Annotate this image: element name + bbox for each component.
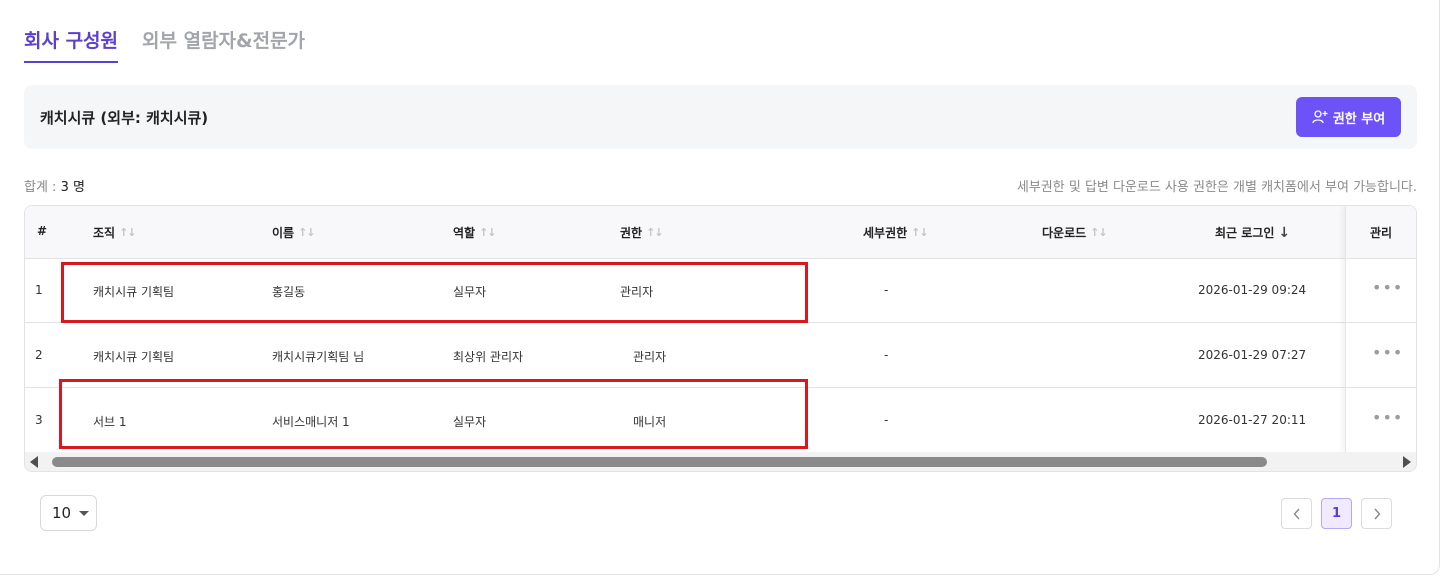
- sort-icon[interactable]: ↑↓: [911, 226, 928, 239]
- scroll-left-arrow-icon[interactable]: [30, 456, 38, 468]
- organization-name: 캐치시큐 (외부: 캐치시큐): [40, 109, 209, 127]
- header-role[interactable]: 역할 ↑↓: [453, 224, 497, 241]
- total-label: 합계 :: [24, 180, 57, 195]
- rows-per-page-value: 10: [52, 504, 72, 522]
- header-detail-permission[interactable]: 세부권한 ↑↓: [863, 224, 929, 241]
- tab-bar: 회사 구성원 외부 열람자&전문가: [24, 26, 305, 63]
- total-count: 합계 : 3 명: [24, 176, 85, 195]
- cell-role: 최상위 관리자: [453, 350, 524, 364]
- rows-per-page-select[interactable]: 10: [40, 495, 97, 531]
- header-name[interactable]: 이름 ↑↓: [272, 224, 316, 241]
- cell-last-login: 2026-01-29 09:24: [1198, 283, 1307, 297]
- more-horizontal-icon[interactable]: •••: [1372, 278, 1403, 297]
- header-org[interactable]: 조직 ↑↓: [93, 224, 137, 241]
- grant-permission-label: 권한 부여: [1332, 111, 1386, 127]
- cell-index: 2: [35, 348, 43, 362]
- table-header: # 조직 ↑↓ 이름 ↑↓ 역할 ↑↓ 권한 ↑↓ 세부권한 ↑↓ 다운로드 ↑↓ 최근 로…: [25, 206, 1416, 259]
- header-permission[interactable]: 권한 ↑↓: [620, 224, 664, 241]
- sort-icon[interactable]: ↑↓: [1090, 226, 1107, 239]
- cell-permission: 관리자: [633, 350, 667, 364]
- tab-external-viewers[interactable]: 외부 열람자&전문가: [142, 26, 305, 63]
- row-divider: [1346, 322, 1416, 323]
- grant-permission-button[interactable]: 권한 부여: [1296, 97, 1401, 137]
- cell-detail-permission: -: [884, 413, 889, 427]
- highlight-box-row-3: [59, 379, 808, 449]
- chevron-left-icon: [1293, 508, 1300, 519]
- header-last-login[interactable]: 최근 로그인 ↓: [1215, 224, 1290, 241]
- more-horizontal-icon[interactable]: •••: [1372, 343, 1403, 362]
- header-manage: 관리: [1346, 206, 1416, 259]
- chevron-down-icon: [79, 510, 90, 516]
- sort-icon[interactable]: ↑↓: [646, 226, 663, 239]
- sort-icon[interactable]: ↑↓: [298, 226, 315, 239]
- more-horizontal-icon[interactable]: •••: [1372, 408, 1403, 427]
- sort-icon[interactable]: ↑↓: [119, 226, 136, 239]
- chevron-right-icon: [1373, 508, 1380, 519]
- row-divider: [1346, 387, 1416, 388]
- cell-detail-permission: -: [884, 348, 889, 362]
- tab-company-members[interactable]: 회사 구성원: [24, 26, 119, 63]
- highlight-box-row-1: [61, 262, 808, 323]
- header-download[interactable]: 다운로드 ↑↓: [1042, 224, 1108, 241]
- sort-descending-icon[interactable]: ↓: [1278, 225, 1290, 241]
- scrollbar-thumb[interactable]: [52, 457, 1267, 467]
- scroll-right-arrow-icon[interactable]: [1403, 456, 1411, 468]
- page-button-current[interactable]: 1: [1321, 498, 1352, 529]
- cell-org: 캐치시큐 기획팀: [93, 350, 175, 364]
- next-page-button[interactable]: [1361, 498, 1392, 529]
- permission-note: 세부권한 및 답변 다운로드 사용 권한은 개별 캐치폼에서 부여 가능합니다.: [1016, 180, 1417, 195]
- header-index: #: [37, 224, 48, 238]
- prev-page-button[interactable]: [1281, 498, 1312, 529]
- organization-bar: 캐치시큐 (외부: 캐치시큐) 권한 부여: [24, 85, 1417, 149]
- cell-last-login: 2026-01-27 20:11: [1198, 413, 1307, 427]
- sort-icon[interactable]: ↑↓: [479, 226, 496, 239]
- cell-index: 1: [35, 283, 43, 297]
- total-value: 3 명: [60, 180, 85, 195]
- cell-detail-permission: -: [884, 283, 889, 297]
- add-user-icon: [1312, 110, 1328, 124]
- cell-last-login: 2026-01-29 07:27: [1198, 348, 1307, 362]
- cell-index: 3: [35, 413, 43, 427]
- horizontal-scrollbar[interactable]: [25, 452, 1416, 471]
- manage-column: 관리 ••• ••• •••: [1345, 206, 1416, 452]
- cell-name: 캐치시큐기획팀 님: [272, 350, 365, 364]
